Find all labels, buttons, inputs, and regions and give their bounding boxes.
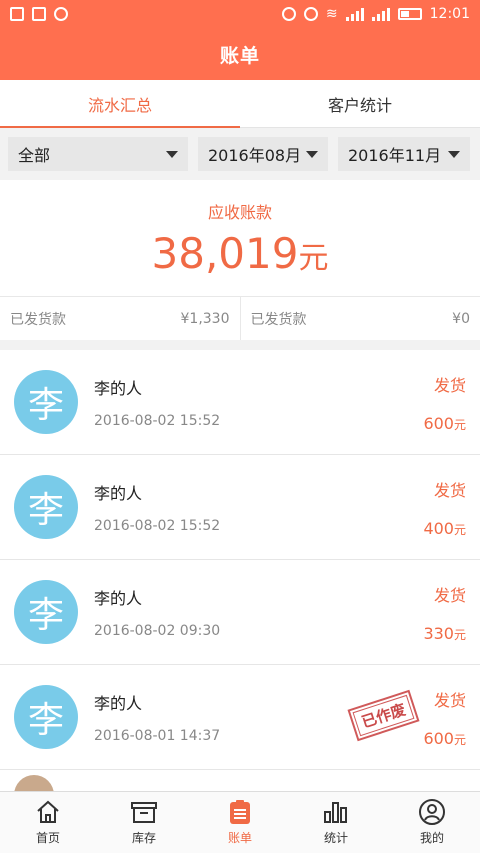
status-bar: ≋ 12:01 xyxy=(0,0,480,28)
record-time: 2016-08-02 15:52 xyxy=(94,413,221,429)
avatar: 李 xyxy=(14,475,78,539)
chart-icon xyxy=(322,799,350,825)
tab-bar: 流水汇总 客户统计 xyxy=(0,80,480,128)
nav-mine[interactable]: 我的 xyxy=(384,792,480,853)
subtotals: 已发货款 ¥1,330 已发货款 ¥0 xyxy=(0,296,480,340)
alarm-icon xyxy=(303,7,318,21)
summary-amount: 38,019元 xyxy=(151,228,329,278)
avatar: 李 xyxy=(14,370,78,434)
category-select-value: 全部 xyxy=(18,146,51,165)
subtotal-right: 已发货款 ¥0 xyxy=(239,297,480,340)
home-icon xyxy=(34,799,62,825)
record-list: 李 李的人 2016-08-02 15:52 发货 600元 李 李的人 201… xyxy=(0,350,480,815)
nav-inventory[interactable]: 库存 xyxy=(96,792,192,853)
nav-bill[interactable]: 账单 xyxy=(192,792,288,853)
list-item[interactable]: 李 李的人 2016-08-02 15:52 发货 600元 xyxy=(0,350,480,455)
status-time: 12:01 xyxy=(429,6,470,22)
record-time: 2016-08-02 09:30 xyxy=(94,623,221,639)
chevron-down-icon xyxy=(166,150,178,158)
start-month-select[interactable]: 2016年08月 xyxy=(198,137,328,171)
signal-icon xyxy=(345,7,364,21)
record-time: 2016-08-02 15:52 xyxy=(94,518,221,534)
battery-icon xyxy=(397,8,422,20)
start-month-value: 2016年08月 xyxy=(208,146,302,165)
smiley-icon xyxy=(54,7,68,21)
filter-bar: 全部 2016年08月 2016年11月 xyxy=(0,128,480,180)
mute-icon xyxy=(281,7,296,21)
record-amount: 600元 xyxy=(423,413,466,433)
record-amount: 600元 xyxy=(423,728,466,748)
trash-icon xyxy=(10,7,24,21)
summary-unit: 元 xyxy=(298,240,329,276)
end-month-value: 2016年11月 xyxy=(348,146,442,165)
record-type: 发货 xyxy=(433,690,466,710)
user-icon xyxy=(418,799,446,825)
receivable-summary: 应收账款 38,019元 xyxy=(0,180,480,296)
summary-label: 应收账款 xyxy=(207,202,272,222)
top-bar: ≋ 12:01 账单 xyxy=(0,0,480,80)
subtotal-left: 已发货款 ¥1,330 xyxy=(10,310,230,328)
image-icon xyxy=(32,7,46,21)
bottom-nav: 首页 库存 账单 统计 我的 xyxy=(0,791,480,853)
list-item[interactable]: 李 李的人 2016-08-02 15:52 发货 400元 xyxy=(0,455,480,560)
record-type: 发货 xyxy=(433,480,466,500)
avatar: 李 xyxy=(14,685,78,749)
tab-flow-summary[interactable]: 流水汇总 xyxy=(0,80,240,128)
signal-icon-2 xyxy=(371,7,390,21)
record-amount: 330元 xyxy=(423,623,466,643)
nav-home[interactable]: 首页 xyxy=(0,792,96,853)
box-icon xyxy=(130,799,158,825)
record-type: 发货 xyxy=(433,585,466,605)
page-title: 账单 xyxy=(219,44,260,67)
category-select[interactable]: 全部 xyxy=(8,137,188,171)
avatar: 李 xyxy=(14,580,78,644)
record-type: 发货 xyxy=(433,375,466,395)
end-month-select[interactable]: 2016年11月 xyxy=(338,137,470,171)
record-amount: 400元 xyxy=(423,518,466,538)
chevron-down-icon xyxy=(306,150,318,158)
record-name: 李的人 xyxy=(94,484,143,503)
record-name: 李的人 xyxy=(94,589,143,608)
bill-icon xyxy=(226,799,254,825)
record-name: 李的人 xyxy=(94,379,143,398)
nav-stats[interactable]: 统计 xyxy=(288,792,384,853)
chevron-down-icon xyxy=(448,150,460,158)
tab-customer-stats[interactable]: 客户统计 xyxy=(240,80,480,127)
list-item[interactable]: 李 李的人 2016-08-02 09:30 发货 330元 xyxy=(0,560,480,665)
list-item[interactable]: 李 李的人 2016-08-01 14:37 已作废 发货 600元 xyxy=(0,665,480,770)
wifi-icon: ≋ xyxy=(325,6,338,22)
